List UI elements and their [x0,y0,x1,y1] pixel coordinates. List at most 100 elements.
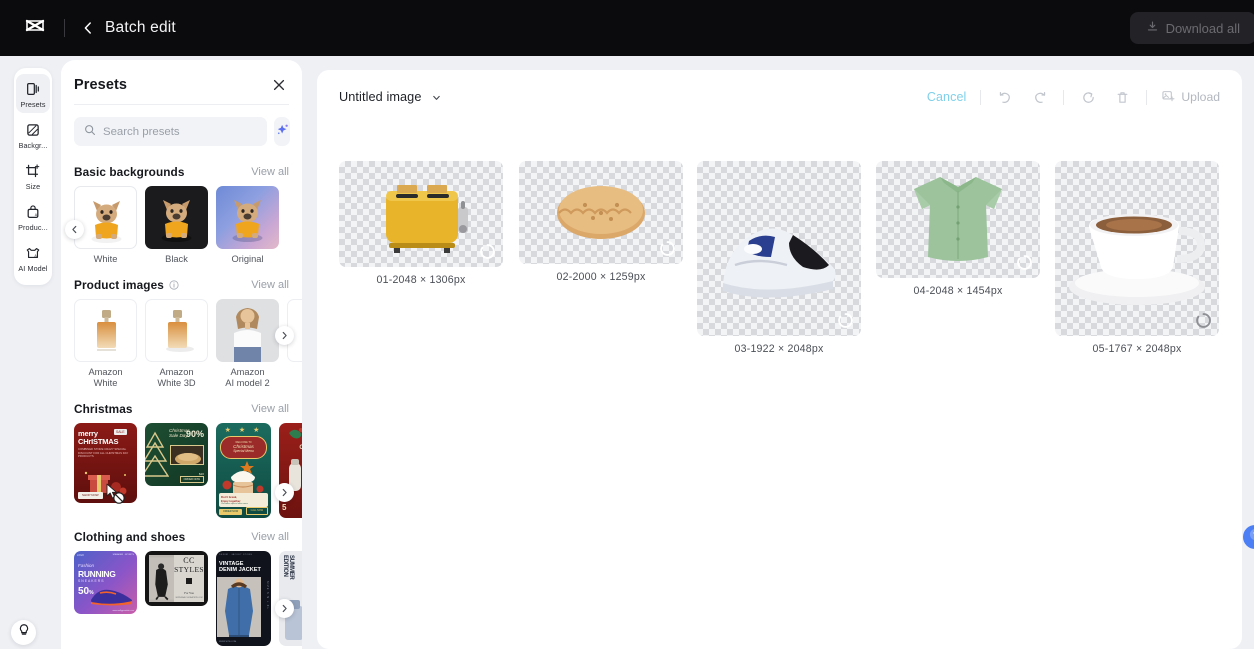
sidebar-item-ai-model[interactable]: AI AI Model [16,238,50,277]
loading-spinner-icon [659,240,676,257]
section-title: Christmas [74,401,133,416]
section-title: Basic backgrounds [74,165,185,179]
scroll-left-button[interactable] [65,220,84,239]
preset-thumb-christmas-sale-day[interactable]: Christmas Sale Day 90% $20 ORDER NOW [145,422,208,486]
close-icon[interactable] [270,76,288,94]
resize-icon [25,162,42,179]
image-card[interactable]: 03-1922 × 2048px [697,161,861,355]
preset-caption: Amazon White 3D [157,366,196,389]
capcut-logo-icon[interactable] [20,13,50,43]
list-item[interactable]: Amazon AI model 2 [216,298,279,390]
tool-divider [1146,89,1148,105]
preset-thumb-black[interactable] [145,186,208,249]
sparkle-icon [275,122,290,142]
preset-thumb-white[interactable] [74,186,137,249]
preset-thumb-original[interactable] [216,186,279,249]
preset-caption: Black [165,254,188,264]
tool-divider [1063,89,1065,105]
presets-panel-title: Presets [74,77,128,93]
search-input[interactable] [103,125,257,138]
presets-scroll-area[interactable]: Basic backgrounds View all White Black O… [61,156,302,649]
preset-section-christmas: Christmas View all merry CHrISTMAS SALE C… [74,393,302,518]
preset-section-product-images: Product images View all Amazon White Ama… [74,269,302,390]
svg-text:AI: AI [35,213,38,217]
product-ai-icon: AI [25,203,42,220]
undo-icon[interactable] [995,87,1015,107]
preset-strip[interactable]: merry CHrISTMAS SALE COMBINED STORE CRAZY… [74,422,302,518]
preset-thumb-cc-styles[interactable]: CC STYLES For You WWW.REALLYGREATSITE.CO… [145,550,208,606]
list-item[interactable] [287,298,302,390]
list-item[interactable]: Black [145,186,208,266]
tips-button[interactable] [11,620,36,645]
scroll-right-button[interactable] [275,598,294,618]
chevron-down-icon[interactable] [431,92,442,103]
image-card[interactable]: 02-2000 × 1259px [519,161,683,283]
upload-label: Upload [1181,90,1220,104]
tool-divider [980,89,982,105]
image-card[interactable]: 01-2048 × 1306px [339,161,503,286]
search-input-wrapper[interactable] [74,117,267,146]
list-item[interactable]: Amazon White 3D [145,298,208,390]
preset-strip[interactable]: LOGO SNEAKER · SPORTS Fashion RUNNING SN… [74,550,302,646]
view-all-link[interactable]: View all [251,166,289,178]
preset-caption: White [93,254,118,264]
section-header: Clothing and shoes View all [74,521,302,551]
image-caption: 04-2048 × 1454px [913,285,1003,297]
image-thumbnail[interactable] [876,161,1040,278]
view-all-link[interactable]: View all [251,531,289,543]
info-icon[interactable] [169,280,179,290]
section-title: Clothing and shoes [74,529,186,544]
image-thumbnail[interactable] [339,161,503,267]
scroll-right-button[interactable] [275,482,294,502]
view-all-link[interactable]: View all [251,279,289,291]
sidebar-item-background[interactable]: Backgr... [16,115,50,154]
image-thumbnail[interactable] [519,161,683,264]
section-header: Product images View all [74,269,302,299]
download-all-button[interactable]: Download all [1129,12,1254,44]
preset-caption: Original [231,254,264,264]
background-icon [25,121,42,138]
document-name: Untitled image [339,90,422,104]
back-button[interactable] [77,17,99,39]
top-bar: Batch edit Download all [0,0,1254,56]
upload-image-icon [1161,89,1175,106]
preset-thumb-amazon-ai-model-2[interactable] [216,298,279,362]
sidebar-item-presets[interactable]: Presets [16,74,50,113]
search-icon [84,123,96,141]
preset-thumb-vintage-denim-jacket[interactable]: DENIM · JACKET STORE VINTAGE DENIM JACKET… [216,550,271,646]
sidebar-item-size[interactable]: Size [16,156,50,195]
preset-thumb-amazon-white-3d[interactable] [145,298,208,362]
reset-icon[interactable] [1078,87,1098,107]
image-grid: 01-2048 × 1306px 02-2000 × 1259px 03-192… [339,123,1239,623]
cancel-button[interactable]: Cancel [927,90,967,104]
ai-generate-button[interactable] [274,117,290,146]
upload-button[interactable]: Upload [1161,89,1220,106]
presets-icon [25,80,42,97]
section-title: Product images [74,277,164,292]
image-thumbnail[interactable] [1055,161,1219,336]
preset-strip[interactable]: Amazon White Amazon White 3D Amazon AI m… [74,298,302,390]
image-thumbnail[interactable] [697,161,861,336]
section-header: Christmas View all [74,393,302,423]
preset-thumb-christmas-50[interactable]: CH 5 [279,422,302,518]
sidebar-item-label: Backgr... [18,141,48,150]
image-card[interactable]: 04-2048 × 1454px [876,161,1040,297]
page-title: Batch edit [105,19,176,36]
help-button[interactable] [1243,525,1254,549]
list-item[interactable]: Amazon White [74,298,137,390]
image-card[interactable]: 05-1767 × 2048px [1055,161,1219,355]
view-all-link[interactable]: View all [251,403,289,415]
scroll-right-button[interactable] [275,325,294,345]
list-item[interactable]: Original [216,186,279,266]
preset-thumb-amazon-white[interactable] [74,298,137,362]
preset-strip[interactable]: White Black Original [65,186,302,266]
sidebar-item-product[interactable]: AI Produc... [16,197,50,236]
preset-section-basic-backgrounds: Basic backgrounds View all White Black O… [65,156,302,266]
image-caption: 01-2048 × 1306px [376,274,466,286]
preset-thumb-running-sneakers[interactable]: LOGO SNEAKER · SPORTS Fashion RUNNING SN… [74,550,137,614]
preset-thumb-merry-christmas[interactable]: merry CHrISTMAS SALE COMBINED STORE CRAZY… [74,422,137,503]
preset-thumb-christmas-special-menu[interactable]: ★ ★ ★ WELCOME TO Christmas Special Menu [216,422,271,518]
trash-icon[interactable] [1112,87,1132,107]
redo-icon[interactable] [1029,87,1049,107]
left-sidebar: Presets Backgr... Size AI Produc... AI A… [14,68,52,285]
